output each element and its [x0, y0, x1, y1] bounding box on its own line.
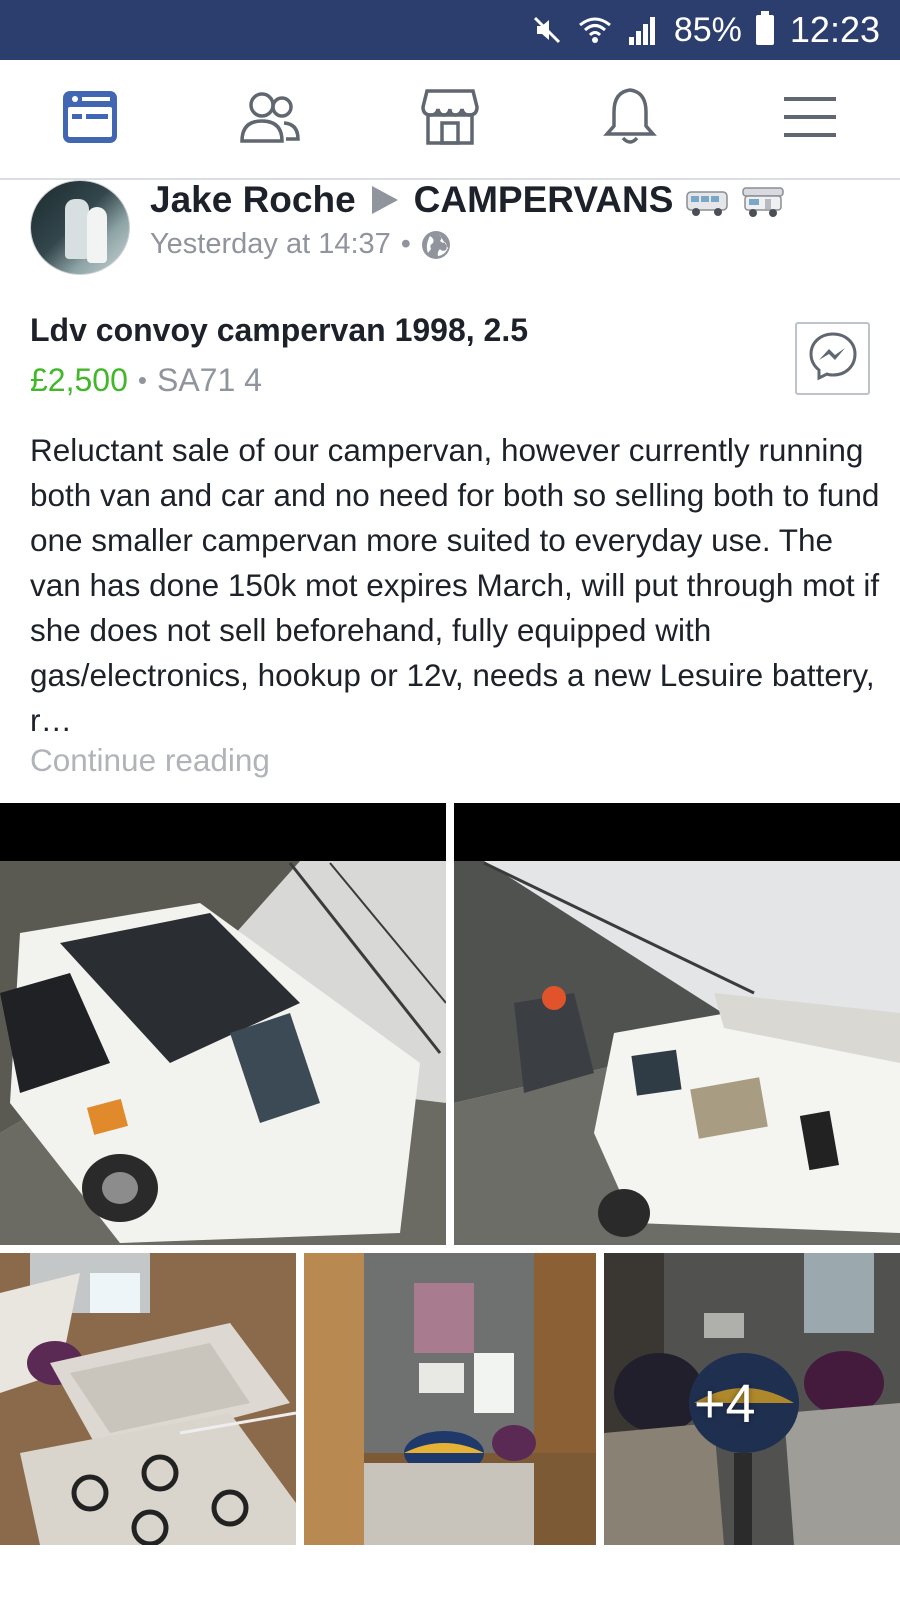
wifi-icon [578, 13, 612, 47]
hamburger-menu-icon [782, 94, 838, 145]
signal-icon [626, 13, 660, 47]
author-name[interactable]: Jake Roche [150, 179, 356, 221]
photo-van-rear[interactable] [454, 803, 900, 1245]
listing-description: Reluctant sale of our campervan, however… [30, 432, 880, 738]
news-feed-icon [60, 87, 120, 152]
photo-interior-table[interactable] [304, 1253, 596, 1545]
mute-icon [530, 13, 564, 47]
bus-emoji-icon [685, 185, 729, 216]
message-seller-button[interactable] [795, 322, 870, 395]
nav-friends[interactable] [215, 64, 325, 174]
post-meta: Yesterday at 14:37 • [150, 228, 451, 261]
photo-interior-seating[interactable]: +4 [604, 1253, 900, 1545]
nav-notifications[interactable] [575, 64, 685, 174]
nav-marketplace[interactable] [395, 64, 505, 174]
battery-percentage: 85% [673, 10, 742, 49]
post-header: Jake Roche CAMPERVANS Yesterday at 14:37… [30, 179, 870, 280]
clock: 12:23 [789, 9, 880, 50]
listing-price: £2,500 [30, 362, 128, 398]
photo-kitchen-hob[interactable] [0, 1253, 296, 1545]
photo-van-front[interactable] [0, 803, 446, 1245]
battery-icon [755, 11, 774, 45]
status-bar: 85% 12:23 [0, 0, 900, 60]
messenger-icon [807, 330, 859, 387]
top-nav-bar [0, 60, 900, 180]
avatar[interactable] [30, 180, 130, 275]
friends-icon [238, 87, 302, 152]
marketplace-icon [419, 87, 481, 152]
continue-reading-link[interactable]: Continue reading [30, 742, 270, 779]
more-photos-count[interactable]: +4 [694, 1373, 756, 1435]
photo-grid: +4 [0, 803, 900, 1545]
arrow-right-icon [371, 186, 398, 214]
listing-location: SA71 4 [156, 362, 262, 398]
author-line: Jake Roche CAMPERVANS [150, 179, 785, 221]
group-name[interactable]: CAMPERVANS [414, 179, 674, 221]
camper-emoji-icon [741, 185, 785, 217]
price-separator: • [137, 365, 147, 395]
post-timestamp[interactable]: Yesterday at 14:37 [150, 228, 391, 261]
listing-title: Ldv convoy campervan 1998, 2.5 [30, 312, 529, 348]
meta-separator: • [400, 228, 411, 260]
nav-menu[interactable] [755, 64, 865, 174]
bell-icon [602, 86, 658, 153]
nav-news-feed[interactable] [35, 64, 145, 174]
globe-icon [421, 230, 451, 260]
price-line: £2,500 • SA71 4 [30, 362, 262, 399]
